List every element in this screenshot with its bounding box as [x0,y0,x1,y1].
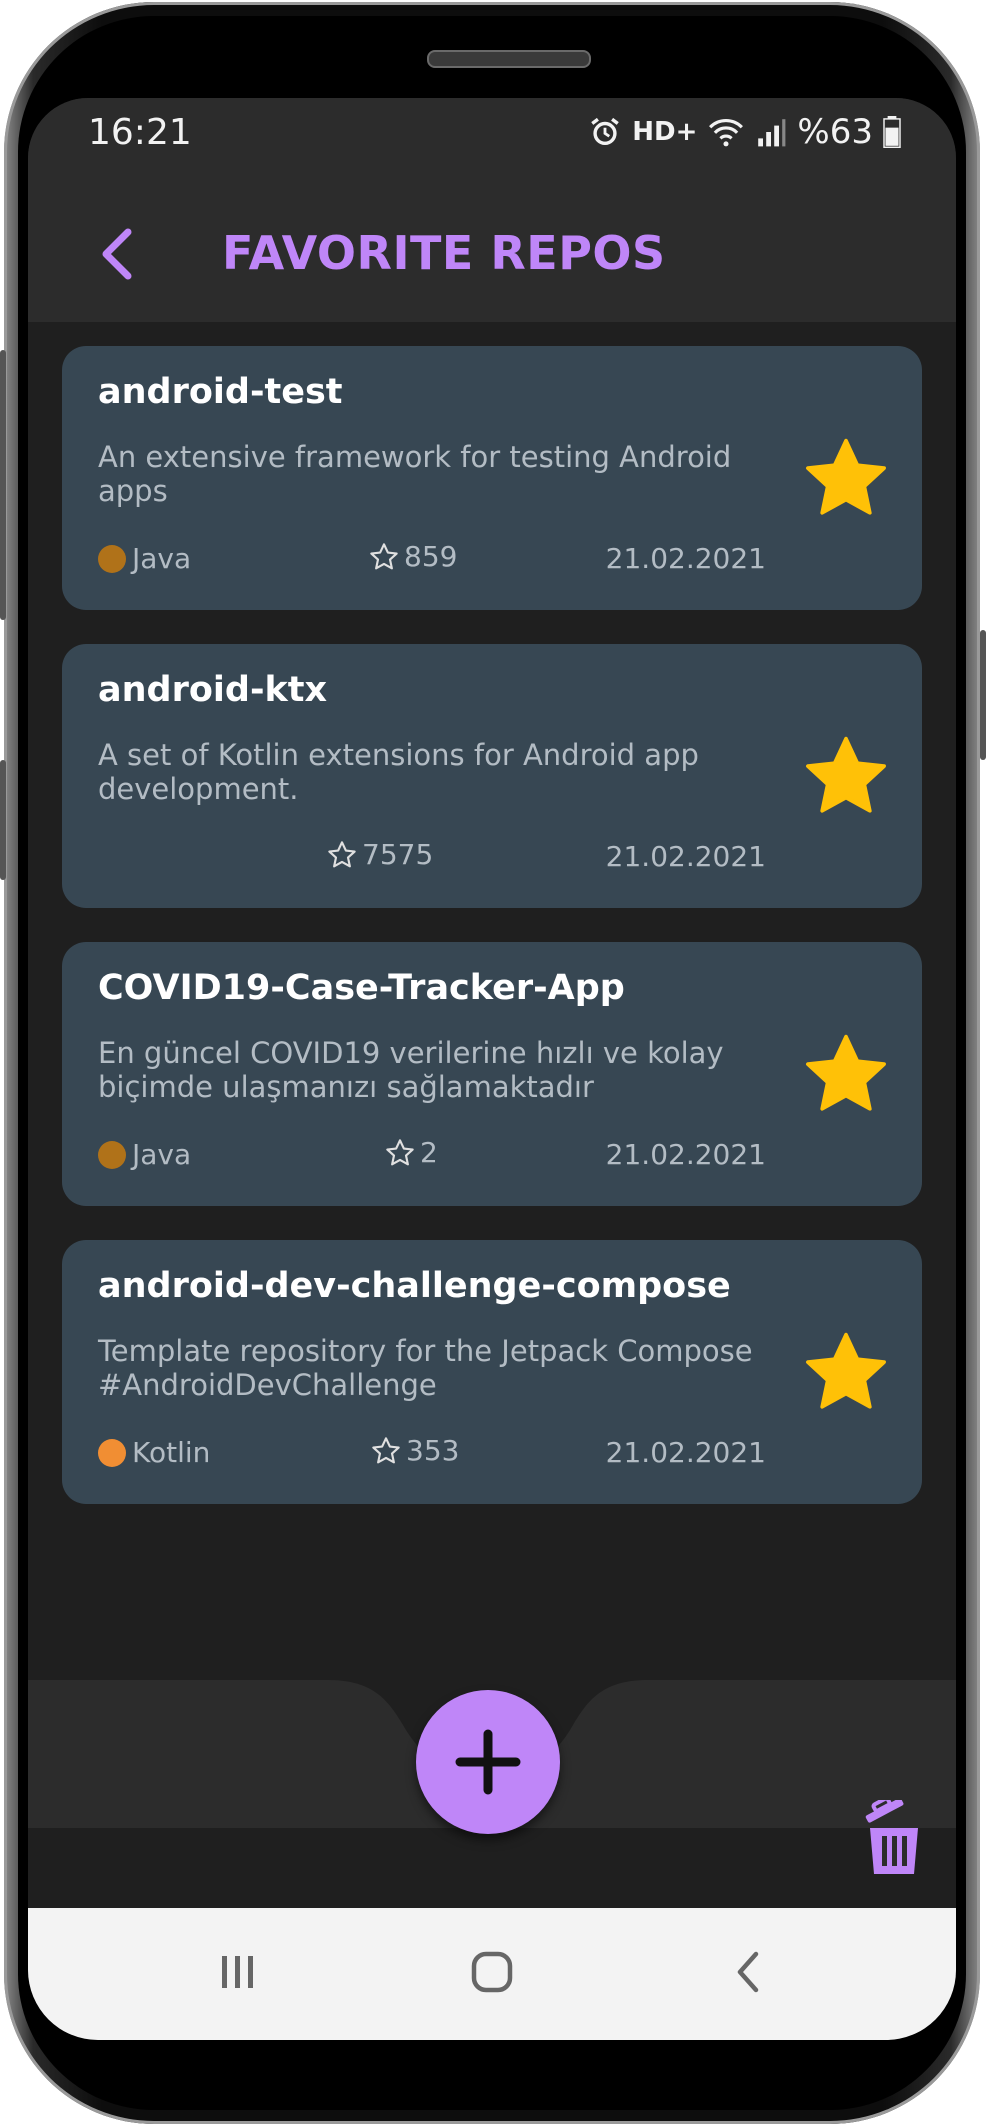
page-title: FAVORITE REPOS [222,226,666,280]
hd-label: HD+ [632,117,698,147]
repo-stars: 7575 [326,838,433,871]
repo-name: android-dev-challenge-compose [98,1266,731,1306]
alarm-icon [591,117,620,146]
repo-date: 21.02.2021 [605,1436,766,1469]
repo-description: An extensive framework for testing Andro… [98,440,732,508]
repo-date: 21.02.2021 [605,542,766,575]
recents-icon[interactable] [208,1942,268,2002]
add-repo-button[interactable] [416,1690,560,1834]
repo-stars: 859 [368,540,457,573]
repo-date: 21.02.2021 [605,1138,766,1171]
system-navigation-bar [28,1908,956,2040]
repo-card[interactable]: COVID19-Case-Tracker-App En güncel COVID… [62,942,922,1206]
status-bar: 16:21 HD+ %63 [28,98,956,182]
star-outline-icon [370,542,398,569]
signal-icon [758,119,786,147]
favorite-star-icon[interactable] [800,732,892,820]
repo-language-label: Kotlin [132,1436,211,1469]
phone-speaker [427,50,591,68]
status-time: 16:21 [88,112,192,153]
repo-star-count: 353 [406,1434,460,1467]
repo-language-label: Java [132,542,192,575]
repo-star-count: 7575 [362,838,434,871]
repo-name: COVID19-Case-Tracker-App [98,968,625,1008]
star-outline-icon [386,1138,414,1165]
repo-language-label: Java [132,1138,192,1171]
language-color-dot [98,1438,126,1467]
favorite-star-icon[interactable] [800,1030,892,1118]
repo-card[interactable]: android-test An extensive framework for … [62,346,922,610]
screen: 16:21 HD+ %63 FAVORITE REPOS android-tes… [28,98,956,2040]
back-icon[interactable] [718,1942,778,2002]
favorite-star-icon[interactable] [800,434,892,522]
repo-name: android-ktx [98,670,328,710]
repo-star-count: 859 [404,540,458,573]
status-icons: HD+ %63 [588,112,901,152]
repo-star-count: 2 [420,1136,438,1169]
repo-description: Template repository for the Jetpack Comp… [98,1334,753,1402]
star-outline-icon [372,1436,400,1463]
wifi-icon [709,119,744,147]
battery-percent: %63 [797,112,873,152]
repo-card[interactable]: android-dev-challenge-compose Template r… [62,1240,922,1504]
home-icon[interactable] [462,1942,522,2002]
plus-icon [455,1729,521,1795]
star-outline-icon [328,840,356,867]
repo-card[interactable]: android-ktx A set of Kotlin extensions f… [62,644,922,908]
repo-language: Java [98,1138,191,1171]
repo-language: Kotlin [98,1436,210,1469]
battery-icon [883,116,901,148]
repo-stars: 2 [384,1136,438,1169]
repo-language: Java [98,542,191,575]
phone-side-button [980,630,986,760]
phone-side-button [0,760,6,880]
favorite-star-icon[interactable] [800,1328,892,1416]
repo-name: android-test [98,372,343,412]
repo-description: En güncel COVID19 verilerine hızlı ve ko… [98,1036,724,1104]
repo-date: 21.02.2021 [605,840,766,873]
top-app-bar: FAVORITE REPOS [28,182,956,322]
repo-stars: 353 [370,1434,459,1467]
chevron-left-icon[interactable] [96,226,136,282]
phone-side-button [0,350,6,620]
repo-description: A set of Kotlin extensions for Android a… [98,738,699,806]
trash-icon[interactable] [862,1800,924,1876]
language-color-dot [98,544,126,573]
language-color-dot [98,1140,126,1169]
